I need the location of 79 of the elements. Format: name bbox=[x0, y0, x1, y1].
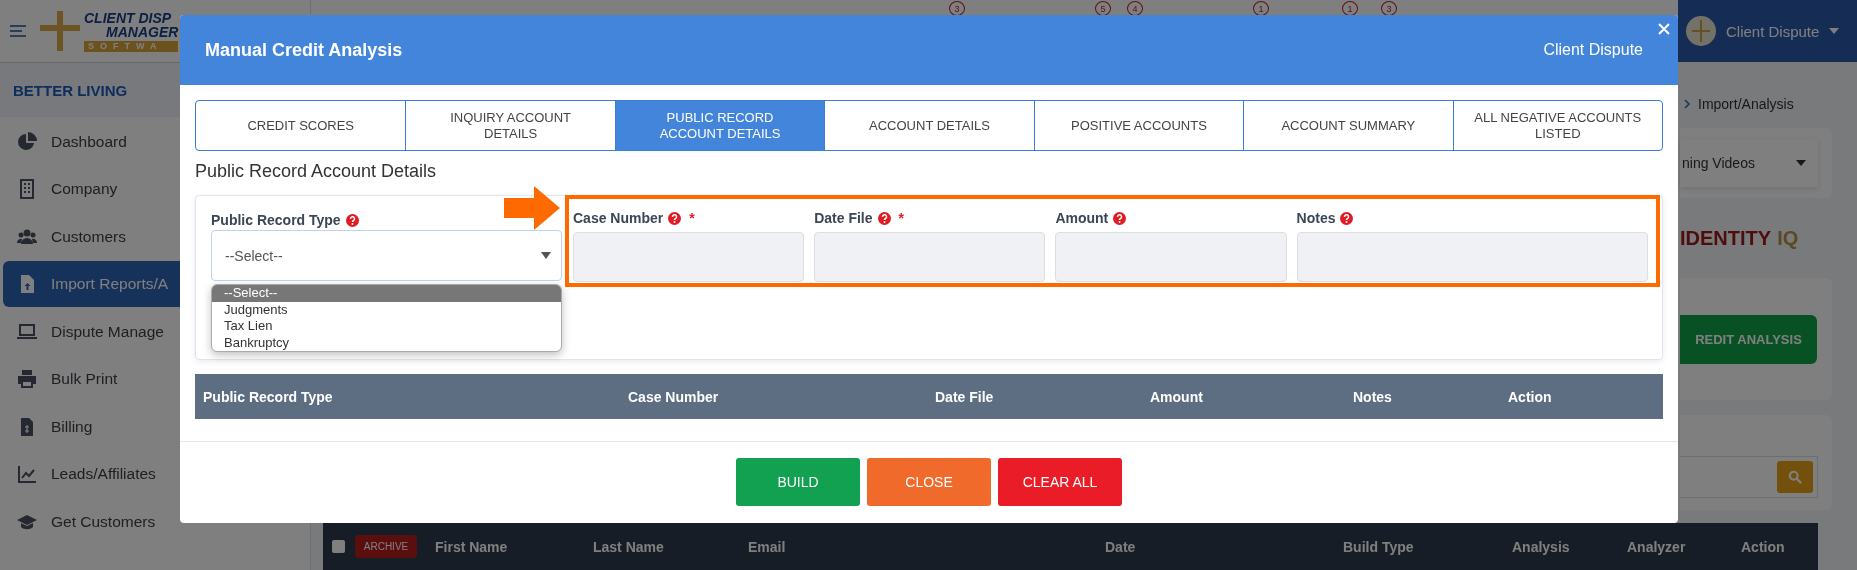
caret-icon bbox=[1796, 160, 1806, 166]
record-type-select[interactable]: --Select-- bbox=[211, 230, 562, 281]
column-header: Action bbox=[1741, 538, 1786, 555]
column-header: Date bbox=[1105, 538, 1137, 555]
input-field[interactable] bbox=[1296, 232, 1648, 282]
tab[interactable]: POSITIVE ACCOUNTS bbox=[1033, 101, 1244, 150]
field-label: Amount bbox=[1055, 210, 1109, 226]
dropdown-option[interactable]: Bankruptcy bbox=[212, 334, 561, 351]
laptop-icon bbox=[17, 321, 37, 342]
line-chart-icon bbox=[17, 464, 37, 484]
brand-name: IQ bbox=[1777, 226, 1799, 250]
column-header: Case Number bbox=[628, 388, 720, 405]
input-field[interactable] bbox=[573, 232, 805, 282]
logo-text: MANAGER bbox=[106, 24, 179, 39]
section-title: Public Record Account Details bbox=[195, 161, 438, 183]
tab[interactable]: ACCOUNT SUMMARY bbox=[1243, 101, 1453, 150]
caret-icon bbox=[1829, 28, 1840, 34]
pie-chart-icon bbox=[17, 131, 37, 152]
input-field[interactable] bbox=[1055, 232, 1287, 282]
sidebar-item[interactable]: Get Customers bbox=[3, 498, 307, 545]
modal-subtitle: Client Dispute bbox=[1543, 41, 1643, 59]
column-header: First Name bbox=[435, 538, 509, 555]
action-button[interactable]: CLEAR ALL bbox=[998, 458, 1122, 506]
search-button[interactable] bbox=[1777, 460, 1813, 493]
printer-icon bbox=[17, 369, 37, 389]
sidebar-item[interactable]: Leads/Affiliates bbox=[3, 451, 307, 497]
tab[interactable]: INQUIRY ACCOUNT DETAILS bbox=[405, 101, 615, 150]
building-icon bbox=[17, 179, 37, 199]
dropdown-option[interactable]: --Select-- bbox=[212, 285, 561, 302]
column-header: Public Record Type bbox=[203, 388, 334, 405]
caret-icon bbox=[541, 252, 551, 259]
chevron-right-icon bbox=[1684, 99, 1690, 109]
required-mark: * bbox=[689, 210, 695, 226]
help-icon[interactable] bbox=[877, 211, 891, 225]
required-mark: * bbox=[898, 210, 904, 226]
brand-name: IDENTITY bbox=[1680, 226, 1772, 250]
field-label: Public Record Type bbox=[211, 212, 341, 228]
breadcrumb-link[interactable]: Import/Analysis bbox=[1698, 96, 1794, 112]
column-header: Date File bbox=[935, 388, 995, 405]
sidebar-item[interactable]: Billing bbox=[3, 403, 307, 450]
help-icon[interactable] bbox=[1340, 211, 1354, 225]
column-header: Notes bbox=[1353, 388, 1393, 405]
logo-icon bbox=[40, 11, 80, 51]
user-menu[interactable]: Client Dispute bbox=[1678, 0, 1857, 62]
menu-icon[interactable] bbox=[10, 25, 26, 37]
tab[interactable]: ALL NEGATIVE ACCOUNTS LISTED bbox=[1452, 101, 1662, 150]
arrow-icon bbox=[504, 186, 560, 230]
archive-button[interactable]: ARCHIVE bbox=[355, 535, 417, 558]
help-icon[interactable] bbox=[345, 213, 359, 227]
column-header: Amount bbox=[1150, 388, 1204, 405]
column-header: Analysis bbox=[1512, 538, 1571, 555]
search-field[interactable] bbox=[1680, 455, 1818, 498]
modal-title: Manual Credit Analysis bbox=[205, 39, 403, 61]
help-icon[interactable] bbox=[668, 211, 682, 225]
avatar-icon bbox=[1686, 16, 1716, 46]
column-header: Analyzer bbox=[1627, 538, 1687, 555]
input-field[interactable] bbox=[814, 232, 1046, 282]
field-label: Date File bbox=[814, 210, 873, 226]
column-header: Email bbox=[748, 538, 787, 555]
logo-text: CLIENT DISP bbox=[84, 10, 173, 25]
tab[interactable]: ACCOUNT DETAILS bbox=[824, 101, 1034, 150]
field-label: Case Number bbox=[573, 210, 664, 226]
column-header: Action bbox=[1508, 388, 1553, 405]
tab[interactable]: CREDIT SCORES bbox=[196, 101, 406, 150]
logo-text: SOFTWA bbox=[84, 40, 179, 52]
dropdown-option[interactable]: Tax Lien bbox=[212, 318, 561, 335]
tab[interactable]: PUBLIC RECORD ACCOUNT DETAILS bbox=[614, 101, 825, 150]
organization-name: BETTER LIVING bbox=[13, 81, 128, 99]
action-button[interactable]: BUILD bbox=[736, 458, 860, 506]
close-icon[interactable] bbox=[1658, 23, 1670, 35]
videos-dropdown[interactable]: ning Videos bbox=[1680, 139, 1818, 187]
column-header: Last Name bbox=[593, 538, 665, 555]
action-button[interactable]: CLOSE bbox=[867, 458, 991, 506]
field-label: Notes bbox=[1296, 210, 1336, 226]
credit-analysis-button[interactable]: REDIT ANALYSIS bbox=[1680, 314, 1817, 364]
column-header: Build Type bbox=[1343, 538, 1415, 555]
help-icon[interactable] bbox=[1113, 211, 1127, 225]
checkbox[interactable] bbox=[332, 540, 345, 553]
search-icon bbox=[1788, 469, 1802, 484]
